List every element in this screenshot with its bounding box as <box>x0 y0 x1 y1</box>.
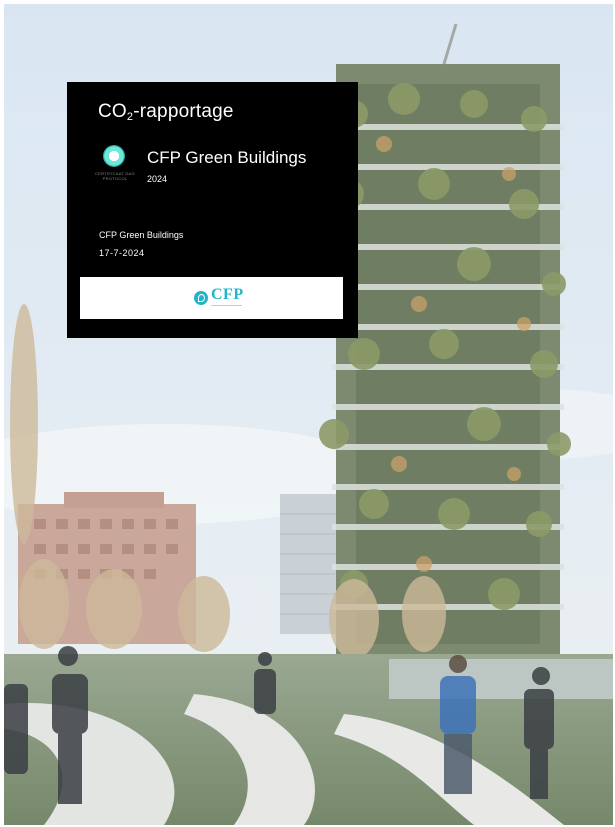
brand-logo-underline <box>211 305 242 306</box>
report-cover-page: CO2-rapportage CERTIFICAAT DAG PROTOCOL … <box>0 0 615 827</box>
brand-logo-text: CFP <box>211 286 244 303</box>
seal-caption: CERTIFICAAT DAG PROTOCOL <box>94 171 136 181</box>
report-date: 17-7-2024 <box>99 248 145 258</box>
cover-title-card: CO2-rapportage CERTIFICAAT DAG PROTOCOL … <box>67 82 358 338</box>
certification-seal-icon <box>103 145 125 167</box>
company-name: CFP Green Buildings <box>99 230 184 240</box>
company-heading: CFP Green Buildings <box>147 148 307 167</box>
brand-logo-strip: CFP <box>80 277 343 319</box>
report-year: 2024 <box>147 174 168 184</box>
brand-logo-icon <box>194 291 208 305</box>
report-title: CO2-rapportage <box>98 101 234 123</box>
